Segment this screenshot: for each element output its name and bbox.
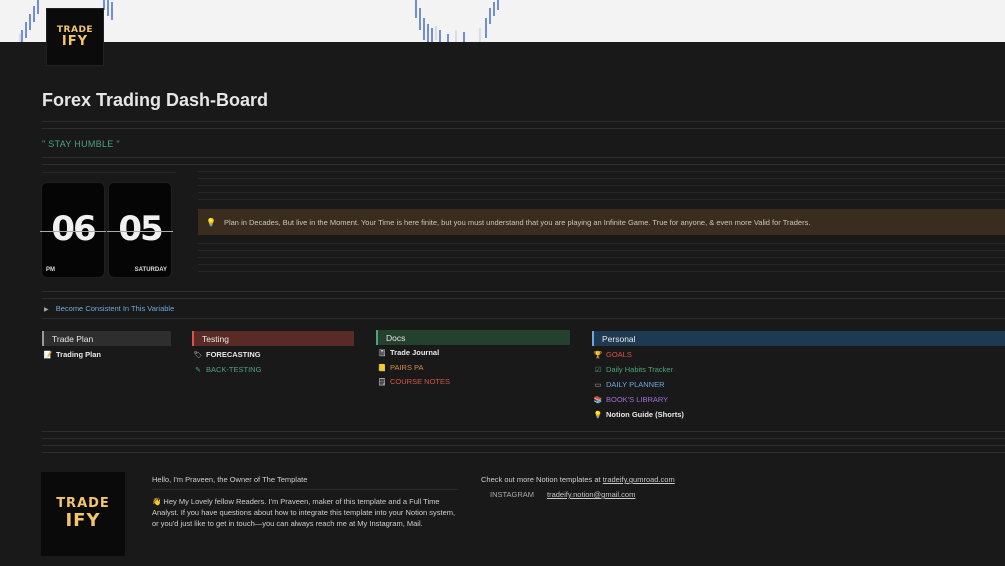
divider xyxy=(42,172,176,173)
link-trade-journal[interactable]: 📓 Trade Journal xyxy=(377,348,440,357)
divider xyxy=(198,257,1005,258)
divider xyxy=(198,264,1005,265)
divider xyxy=(42,318,1005,319)
link-trading-plan[interactable]: 📝 Trading Plan xyxy=(43,350,101,359)
footer-greeting: Hello, I'm Praveen, the Owner of The Tem… xyxy=(152,475,308,484)
notepad-icon: 🗒 xyxy=(377,378,387,386)
divider xyxy=(42,121,1005,122)
gumroad-link[interactable]: tradeify.gumroad.com xyxy=(603,475,675,484)
toggle-label: Become Consistent In This Variable xyxy=(55,304,175,313)
logo-line2: IFY xyxy=(65,510,101,531)
cover-banner xyxy=(0,0,1005,42)
clock-split-line xyxy=(40,231,106,232)
clock-minutes-card: 05 SATURDAY xyxy=(107,182,173,278)
logo-line1: TRADE xyxy=(56,496,110,511)
link-back-testing[interactable]: ✎ BACK-TESTING xyxy=(193,365,261,374)
divider xyxy=(42,298,1005,299)
link-goals[interactable]: 🏆 GOALS xyxy=(593,350,632,359)
link-pairs-pa[interactable]: 📒 PAIRS PA xyxy=(377,363,424,372)
page-icon-logo[interactable]: TRADE IFY xyxy=(46,8,104,66)
calendar-icon: ▭ xyxy=(594,381,602,389)
divider xyxy=(42,157,1005,158)
divider xyxy=(42,291,1005,292)
column-heading-testing: Testing xyxy=(192,331,354,346)
footer-logo: TRADE IFY xyxy=(41,472,125,556)
lightbulb-icon: 💡 xyxy=(206,217,216,227)
item-label: FORECASTING xyxy=(206,350,261,359)
column-heading-personal: Personal xyxy=(592,331,1005,346)
clock-day: SATURDAY xyxy=(134,267,167,273)
quote-callout: 💡 Plan in Decades, But live in the Momen… xyxy=(198,209,1005,235)
divider xyxy=(198,199,1005,200)
trophy-icon: 🏆 xyxy=(593,351,603,359)
clock-split-line xyxy=(107,231,173,232)
divider xyxy=(42,452,1005,453)
divider xyxy=(198,243,1005,244)
item-label: GOALS xyxy=(606,350,632,359)
divider xyxy=(198,171,1005,172)
clock-period: PM xyxy=(46,267,55,273)
clock-hours: 06 xyxy=(51,209,96,249)
edit-note-icon: 📝 xyxy=(43,351,53,359)
link-forecasting[interactable]: 🏷 FORECASTING xyxy=(193,350,261,359)
clock-hours-card: 06 PM xyxy=(40,182,106,278)
clock-minutes: 05 xyxy=(118,209,163,249)
link-notion-guide[interactable]: 💡 Notion Guide (Shorts) xyxy=(593,410,684,419)
lightbulb-icon: 💡 xyxy=(593,411,603,419)
instagram-label[interactable]: INSTAGRAM xyxy=(490,489,534,500)
item-label: Trade Journal xyxy=(390,348,440,357)
link-course-notes[interactable]: 🗒 COURSE NOTES xyxy=(377,377,450,386)
book-icon: 📚 xyxy=(593,396,603,404)
link-books-library[interactable]: 📚 BOOK'S LIBRARY xyxy=(593,395,669,404)
quote-text: " STAY HUMBLE " xyxy=(42,139,120,149)
toggle-triangle-icon[interactable]: ▶ xyxy=(44,307,49,313)
divider xyxy=(42,438,1005,439)
divider xyxy=(198,192,1005,193)
link-daily-planner[interactable]: ▭ DAILY PLANNER xyxy=(593,380,665,389)
item-label: Trading Plan xyxy=(56,350,102,359)
ledger-icon: 📒 xyxy=(377,364,387,372)
tag-icon: 🏷 xyxy=(193,351,203,359)
divider xyxy=(42,164,1005,165)
divider xyxy=(198,185,1005,186)
item-label: BACK-TESTING xyxy=(206,365,262,374)
divider xyxy=(198,178,1005,179)
divider xyxy=(152,489,458,490)
link-daily-habits[interactable]: ☑ Daily Habits Tracker xyxy=(593,365,673,374)
pencil-icon: ✎ xyxy=(195,366,201,374)
item-label: BOOK'S LIBRARY xyxy=(606,395,669,404)
column-heading-trade-plan: Trade Plan xyxy=(42,331,171,346)
item-label: Daily Habits Tracker xyxy=(606,365,674,374)
column-heading-docs: Docs xyxy=(376,330,570,345)
divider xyxy=(198,271,1005,272)
divider xyxy=(42,431,1005,432)
page-title[interactable]: Forex Trading Dash-Board xyxy=(42,90,268,111)
journal-icon: 📓 xyxy=(377,349,387,357)
item-label: DAILY PLANNER xyxy=(606,380,665,389)
divider xyxy=(42,128,1005,129)
item-label: COURSE NOTES xyxy=(390,377,451,386)
divider xyxy=(42,445,1005,446)
item-label: PAIRS PA xyxy=(390,363,424,372)
checkbox-icon: ☑ xyxy=(594,366,602,374)
item-label: Notion Guide (Shorts) xyxy=(606,410,684,419)
email-link[interactable]: tradeify.notion@gmail.com xyxy=(547,489,635,500)
forex-chart-banner-icon xyxy=(19,0,499,42)
toggle-block[interactable]: ▶ Become Consistent In This Variable xyxy=(44,304,174,313)
callout-text: Plan in Decades, But live in the Moment.… xyxy=(223,217,811,227)
divider xyxy=(198,250,1005,251)
logo-line2: IFY xyxy=(61,34,89,49)
more-templates-line: Check out more Notion templates at trade… xyxy=(481,474,675,485)
footer-bio: 👋 Hey My Lovely fellow Readers. I'm Prav… xyxy=(152,497,456,528)
more-templates-prefix: Check out more Notion templates at xyxy=(481,475,603,484)
